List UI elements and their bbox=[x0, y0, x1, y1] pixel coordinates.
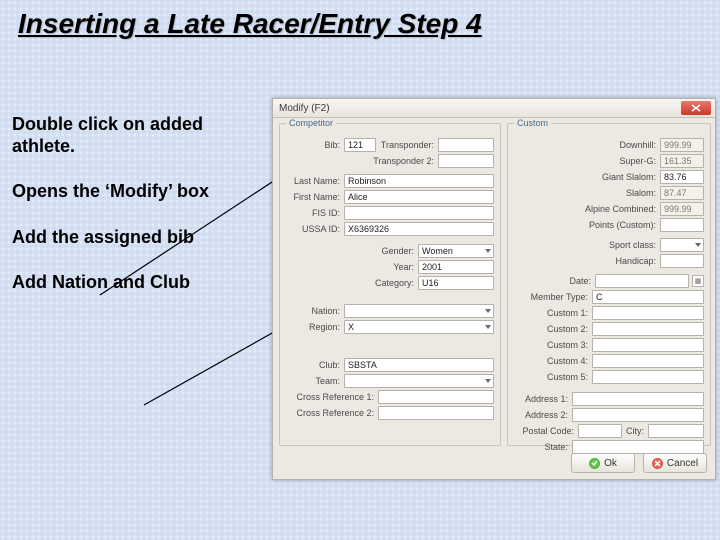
superg-input[interactable]: 161.35 bbox=[660, 154, 704, 168]
custom5-label: Custom 5: bbox=[516, 372, 592, 382]
team-select[interactable] bbox=[344, 374, 494, 388]
instruction-list: Double click on added athlete. Opens the… bbox=[12, 114, 252, 318]
custom1-label: Custom 1: bbox=[516, 308, 592, 318]
date-label: Date: bbox=[519, 276, 595, 286]
address1-label: Address 1: bbox=[516, 394, 572, 404]
instruction-4: Add Nation and Club bbox=[12, 272, 252, 294]
ussaid-input[interactable]: X6369326 bbox=[344, 222, 494, 236]
cancel-label: Cancel bbox=[667, 458, 698, 469]
city-input[interactable] bbox=[648, 424, 704, 438]
city-label: City: bbox=[622, 426, 648, 436]
downhill-input[interactable]: 999.99 bbox=[660, 138, 704, 152]
bib-input[interactable]: 121 bbox=[344, 138, 376, 152]
state-input[interactable] bbox=[572, 440, 704, 454]
lastname-input[interactable]: Robinson bbox=[344, 174, 494, 188]
custom4-input[interactable] bbox=[592, 354, 704, 368]
ok-label: Ok bbox=[604, 458, 617, 469]
custom5-input[interactable] bbox=[592, 370, 704, 384]
modify-dialog: Modify (F2) Competitor Bib:121Transponde… bbox=[272, 98, 716, 480]
cancel-button[interactable]: Cancel bbox=[643, 453, 707, 473]
category-label: Category: bbox=[362, 278, 418, 288]
custom3-label: Custom 3: bbox=[516, 340, 592, 350]
crossref1-label: Cross Reference 1: bbox=[288, 392, 378, 402]
custom-legend: Custom bbox=[514, 118, 551, 128]
close-button[interactable] bbox=[681, 101, 711, 115]
transponder2-label: Transponder 2: bbox=[288, 156, 438, 166]
crossref1-input[interactable] bbox=[378, 390, 494, 404]
team-label: Team: bbox=[288, 376, 344, 386]
club-label: Club: bbox=[288, 360, 344, 370]
custom2-input[interactable] bbox=[592, 322, 704, 336]
crossref2-label: Cross Reference 2: bbox=[288, 408, 378, 418]
lastname-label: Last Name: bbox=[288, 176, 344, 186]
slalom-label: Slalom: bbox=[584, 188, 660, 198]
dialog-titlebar[interactable]: Modify (F2) bbox=[273, 99, 715, 118]
instruction-1: Double click on added athlete. bbox=[12, 114, 252, 157]
gender-label: Gender: bbox=[362, 246, 418, 256]
state-label: State: bbox=[516, 442, 572, 452]
transponder-input[interactable] bbox=[438, 138, 494, 152]
custom1-input[interactable] bbox=[592, 306, 704, 320]
cancel-icon bbox=[652, 458, 663, 469]
custom4-label: Custom 4: bbox=[516, 356, 592, 366]
address1-input[interactable] bbox=[572, 392, 704, 406]
postal-input[interactable] bbox=[578, 424, 622, 438]
sportclass-label: Sport class: bbox=[584, 240, 660, 250]
competitor-group: Competitor Bib:121Transponder: Transpond… bbox=[279, 118, 501, 446]
custom2-label: Custom 2: bbox=[516, 324, 592, 334]
pointscustom-input[interactable] bbox=[660, 218, 704, 232]
superg-label: Super-G: bbox=[584, 156, 660, 166]
fisid-label: FIS ID: bbox=[288, 208, 344, 218]
transponder2-input[interactable] bbox=[438, 154, 494, 168]
competitor-legend: Competitor bbox=[286, 118, 336, 128]
nation-select[interactable] bbox=[344, 304, 494, 318]
slalom-input[interactable]: 87.47 bbox=[660, 186, 704, 200]
gender-select[interactable]: Women bbox=[418, 244, 494, 258]
ac-label: Alpine Combined: bbox=[584, 204, 660, 214]
region-select[interactable]: X bbox=[344, 320, 494, 334]
ok-button[interactable]: Ok bbox=[571, 453, 635, 473]
year-input[interactable]: 2001 bbox=[418, 260, 494, 274]
pointscustom-label: Points (Custom): bbox=[584, 220, 660, 230]
ussaid-label: USSA ID: bbox=[288, 224, 344, 234]
transponder-label: Transponder: bbox=[376, 140, 438, 150]
address2-input[interactable] bbox=[572, 408, 704, 422]
address2-label: Address 2: bbox=[516, 410, 572, 420]
club-input[interactable]: SBSTA bbox=[344, 358, 494, 372]
fisid-input[interactable] bbox=[344, 206, 494, 220]
handicap-label: Handicap: bbox=[584, 256, 660, 266]
custom3-input[interactable] bbox=[592, 338, 704, 352]
bib-label: Bib: bbox=[288, 140, 344, 150]
sportclass-select[interactable] bbox=[660, 238, 704, 252]
crossref2-input[interactable] bbox=[378, 406, 494, 420]
year-label: Year: bbox=[362, 262, 418, 272]
membertype-input[interactable]: C bbox=[592, 290, 704, 304]
checkmark-icon bbox=[589, 458, 600, 469]
membertype-label: Member Type: bbox=[516, 292, 592, 302]
dialog-buttons: Ok Cancel bbox=[571, 453, 707, 473]
dialog-title: Modify (F2) bbox=[279, 103, 330, 114]
ac-input[interactable]: 999.99 bbox=[660, 202, 704, 216]
region-label: Region: bbox=[288, 322, 344, 332]
firstname-label: First Name: bbox=[288, 192, 344, 202]
custom-group: Custom Downhill:999.99 Super-G:161.35 Gi… bbox=[507, 118, 711, 446]
category-input[interactable]: U16 bbox=[418, 276, 494, 290]
gs-input[interactable]: 83.76 bbox=[660, 170, 704, 184]
calendar-icon[interactable]: ▦ bbox=[692, 275, 704, 287]
firstname-input[interactable]: Alice bbox=[344, 190, 494, 204]
postal-label: Postal Code: bbox=[522, 426, 578, 436]
slide-title: Inserting a Late Racer/Entry Step 4 bbox=[18, 8, 482, 40]
date-input[interactable] bbox=[595, 274, 689, 288]
close-icon bbox=[691, 104, 701, 112]
instruction-2: Opens the ‘Modify’ box bbox=[12, 181, 252, 203]
handicap-input[interactable] bbox=[660, 254, 704, 268]
downhill-label: Downhill: bbox=[584, 140, 660, 150]
instruction-3: Add the assigned bib bbox=[12, 227, 252, 249]
nation-label: Nation: bbox=[288, 306, 344, 316]
gs-label: Giant Slalom: bbox=[584, 172, 660, 182]
